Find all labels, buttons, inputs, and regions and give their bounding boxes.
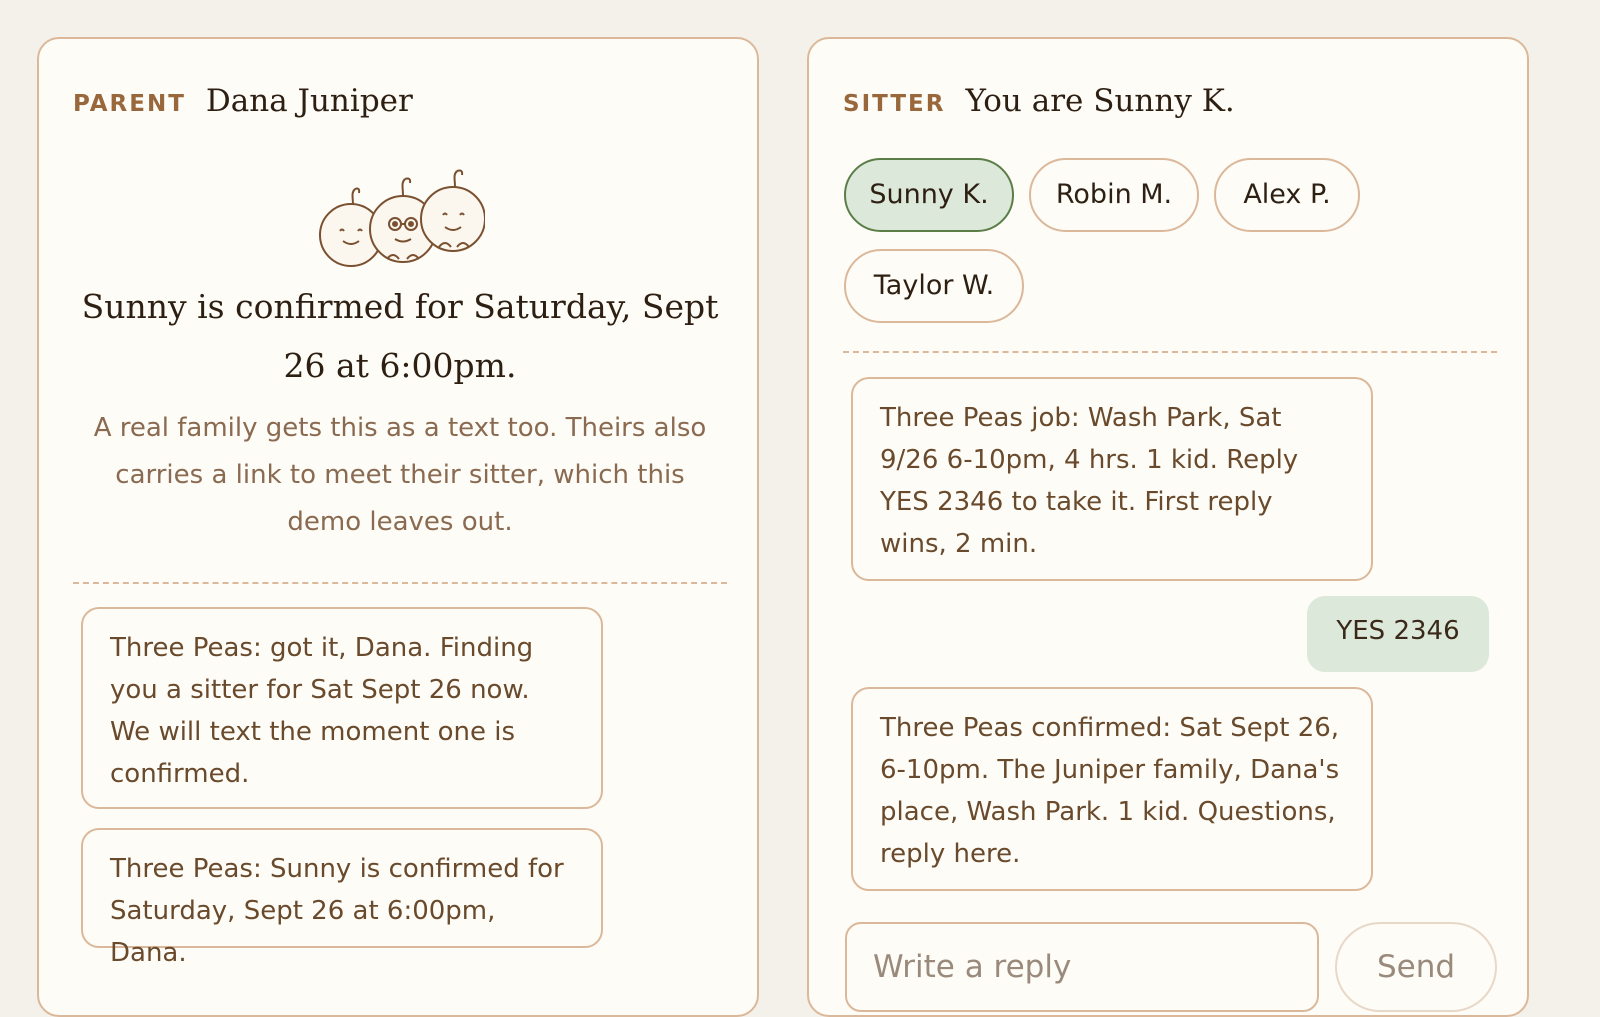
sitter-message-job: Three Peas job: Wash Park, Sat 9/26 6-10… bbox=[851, 377, 1373, 581]
parent-message-1: Three Peas: got it, Dana. Finding you a … bbox=[81, 607, 603, 809]
parent-message-2: Three Peas: Sunny is confirmed for Satur… bbox=[81, 828, 603, 968]
divider bbox=[73, 582, 727, 584]
parent-header: PARENT Dana Juniper bbox=[73, 83, 413, 119]
sitter-identity: You are Sunny K. bbox=[965, 83, 1235, 119]
sitter-message-confirmed: Three Peas confirmed: Sat Sept 26, 6-10p… bbox=[851, 687, 1373, 891]
sitter-chip-sunny[interactable]: Sunny K. bbox=[844, 158, 1014, 232]
divider bbox=[843, 351, 1497, 353]
sitter-header: SITTER You are Sunny K. bbox=[843, 83, 1235, 119]
confirmation-note: A real family gets this as a text too. T… bbox=[93, 413, 707, 537]
sitter-message-reply: YES 2346 bbox=[1307, 596, 1489, 672]
sitter-chip-taylor[interactable]: Taylor W. bbox=[844, 249, 1024, 323]
sitter-chip-robin[interactable]: Robin M. bbox=[1029, 158, 1199, 232]
reply-input[interactable] bbox=[845, 922, 1319, 1012]
send-button[interactable]: Send bbox=[1335, 922, 1497, 1012]
three-peas-icon bbox=[319, 169, 485, 267]
sitter-role-label: SITTER bbox=[843, 91, 946, 117]
parent-role-label: PARENT bbox=[73, 91, 186, 117]
parent-panel: PARENT Dana Juniper Sunny is confirmed f… bbox=[37, 37, 759, 1017]
sitter-chip-alex[interactable]: Alex P. bbox=[1214, 158, 1360, 232]
parent-name: Dana Juniper bbox=[205, 83, 413, 119]
sitter-panel: SITTER You are Sunny K. Sunny K. Robin M… bbox=[807, 37, 1529, 1017]
confirmation-heading: Sunny is confirmed for Saturday, Sept 26… bbox=[81, 287, 719, 385]
